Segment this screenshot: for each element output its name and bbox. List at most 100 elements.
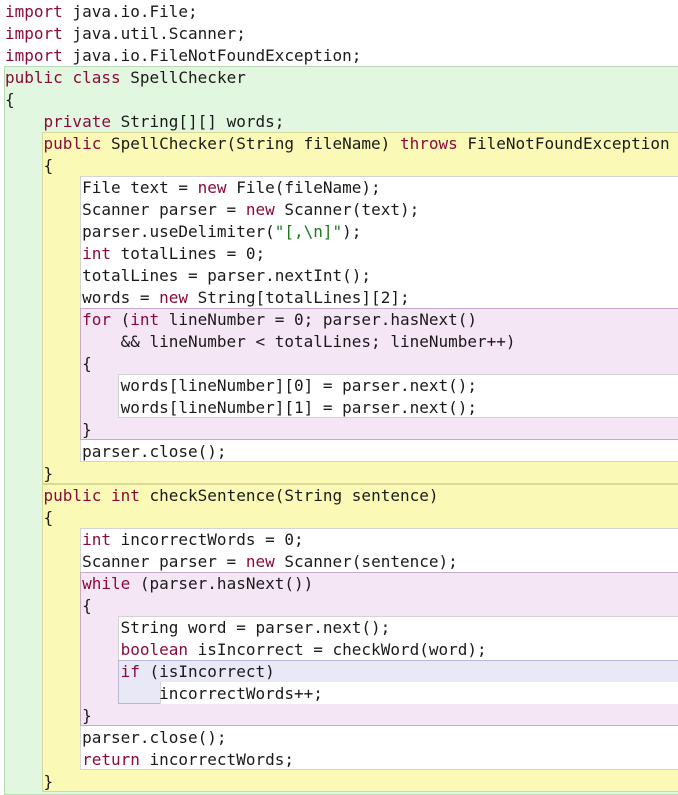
- code-line: {: [5, 595, 92, 617]
- keyword-token: public: [43, 486, 102, 505]
- code-line: words[lineNumber][0] = parser.next();: [5, 375, 477, 397]
- code-line: incorrectWords++;: [5, 683, 323, 705]
- code-line: words[lineNumber][1] = parser.next();: [5, 397, 477, 419]
- keyword-token: for: [82, 310, 111, 329]
- code-token: SpellChecker(String fileName): [101, 134, 400, 153]
- keyword-token: import: [5, 2, 63, 21]
- code-line: && lineNumber < totalLines; lineNumber++…: [5, 331, 516, 353]
- code-line: words = new String[totalLines][2];: [5, 287, 410, 309]
- code-line: int incorrectWords = 0;: [5, 529, 304, 551]
- code-token: incorrectWords = 0;: [110, 530, 304, 549]
- keyword-token: new: [197, 178, 227, 197]
- code-line: import java.util.Scanner;: [5, 23, 246, 45]
- keyword-token: new: [245, 200, 275, 219]
- code-token: File text =: [5, 178, 198, 197]
- code-token: checkSentence(String sentence): [139, 486, 439, 505]
- code-token: java.io.FileNotFoundException;: [62, 46, 362, 65]
- code-token: incorrectWords;: [139, 750, 294, 769]
- code-token: {: [5, 508, 54, 527]
- code-token: && lineNumber < totalLines; lineNumber++…: [5, 332, 516, 351]
- code-line: if (isIncorrect): [5, 661, 275, 683]
- code-line: parser.close();: [5, 441, 227, 463]
- string-token: "[,\n]": [274, 222, 343, 241]
- code-token: }: [5, 420, 92, 439]
- code-token: words[lineNumber][1] = parser.next();: [5, 398, 478, 417]
- code-token: totalLines = 0;: [110, 244, 266, 263]
- code-line: Scanner parser = new Scanner(text);: [5, 199, 419, 221]
- code-token: incorrectWords++;: [5, 684, 323, 703]
- code-token: lineNumber = 0; parser.hasNext(): [159, 310, 478, 329]
- code-token: }: [5, 706, 92, 725]
- keyword-token: if: [120, 662, 140, 681]
- code-token: }: [5, 464, 54, 483]
- code-line: {: [5, 507, 54, 529]
- code-line: String word = parser.next();: [5, 617, 391, 639]
- keyword-token: public: [5, 68, 63, 87]
- code-line: }: [5, 463, 54, 485]
- code-token: parser.close();: [5, 728, 227, 747]
- code-token: {: [5, 156, 54, 175]
- code-line: public SpellChecker(String fileName) thr…: [5, 133, 670, 155]
- keyword-token: import: [5, 46, 63, 65]
- keyword-token: int: [130, 310, 160, 329]
- code-token: words =: [5, 288, 160, 307]
- code-token: java.io.File;: [62, 2, 198, 21]
- code-line: public class SpellChecker: [5, 67, 246, 89]
- code-line: import java.io.FileNotFoundException;: [5, 45, 361, 67]
- code-token: Scanner parser =: [5, 200, 246, 219]
- keyword-token: throws: [399, 134, 458, 153]
- keyword-token: import: [5, 24, 63, 43]
- code-token: String word = parser.next();: [5, 618, 391, 637]
- keyword-token: int: [110, 486, 140, 505]
- code-line: public int checkSentence(String sentence…: [5, 485, 439, 507]
- code-line: int totalLines = 0;: [5, 243, 265, 265]
- code-line: Scanner parser = new Scanner(sentence);: [5, 551, 458, 573]
- code-line: private String[][] words;: [5, 111, 285, 133]
- code-line: File text = new File(fileName);: [5, 177, 381, 199]
- code-line: totalLines = parser.nextInt();: [5, 265, 371, 287]
- keyword-token: int: [82, 244, 111, 263]
- code-token: String[totalLines][2];: [188, 288, 410, 307]
- code-line: }: [5, 419, 92, 441]
- code-token: {: [5, 354, 92, 373]
- code-token: (: [110, 310, 131, 329]
- code-line: }: [5, 705, 92, 727]
- code-token: {: [5, 596, 92, 615]
- code-token: {: [5, 90, 15, 109]
- code-line: return incorrectWords;: [5, 749, 294, 771]
- code-line: }: [5, 771, 54, 793]
- code-token: }: [5, 772, 54, 791]
- keyword-token: int: [82, 530, 111, 549]
- code-token: SpellChecker: [120, 68, 246, 87]
- code-token: java.util.Scanner;: [62, 24, 246, 43]
- keyword-token: while: [82, 574, 131, 593]
- keyword-token: new: [245, 552, 275, 571]
- code-token: );: [342, 222, 362, 241]
- code-token: FileNotFoundException: [457, 134, 670, 153]
- code-token: (isIncorrect): [139, 662, 275, 681]
- keyword-token: private: [43, 112, 111, 131]
- code-token: words[lineNumber][0] = parser.next();: [5, 376, 478, 395]
- code-token: parser.useDelimiter(: [5, 222, 275, 241]
- keyword-token: public: [43, 134, 102, 153]
- code-token: totalLines = parser.nextInt();: [5, 266, 372, 285]
- code-token: Scanner parser =: [5, 552, 246, 571]
- code-line: {: [5, 89, 15, 111]
- code-line: import java.io.File;: [5, 1, 198, 23]
- code-line: while (parser.hasNext()): [5, 573, 313, 595]
- code-token: Scanner(sentence);: [274, 552, 458, 571]
- code-line: parser.close();: [5, 727, 227, 749]
- code-line: boolean isIncorrect = checkWord(word);: [5, 639, 487, 661]
- keyword-token: return: [82, 750, 140, 769]
- code-line: for (int lineNumber = 0; parser.hasNext(…: [5, 309, 477, 331]
- code-token: String[][] words;: [110, 112, 285, 131]
